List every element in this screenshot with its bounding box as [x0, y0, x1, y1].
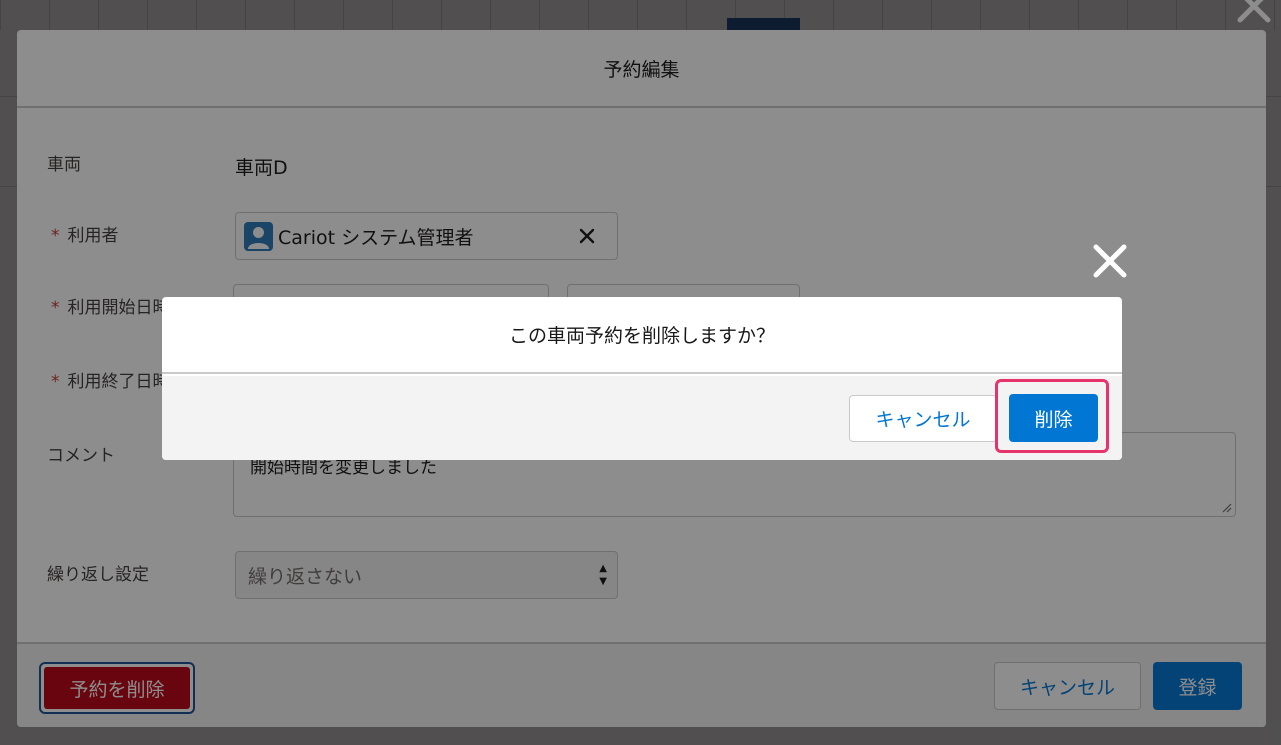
dialog-cancel-button[interactable]: キャンセル — [849, 395, 997, 442]
dialog-message: この車両予約を削除しますか？ — [508, 325, 775, 347]
dialog-delete-button[interactable]: 削除 — [1009, 394, 1098, 442]
close-icon[interactable] — [1091, 242, 1129, 280]
dialog-footer: キャンセル 削除 — [162, 376, 1122, 460]
dialog-body: この車両予約を削除しますか？ — [162, 297, 1122, 374]
delete-confirm-dialog: この車両予約を削除しますか？ キャンセル 削除 — [162, 297, 1122, 460]
